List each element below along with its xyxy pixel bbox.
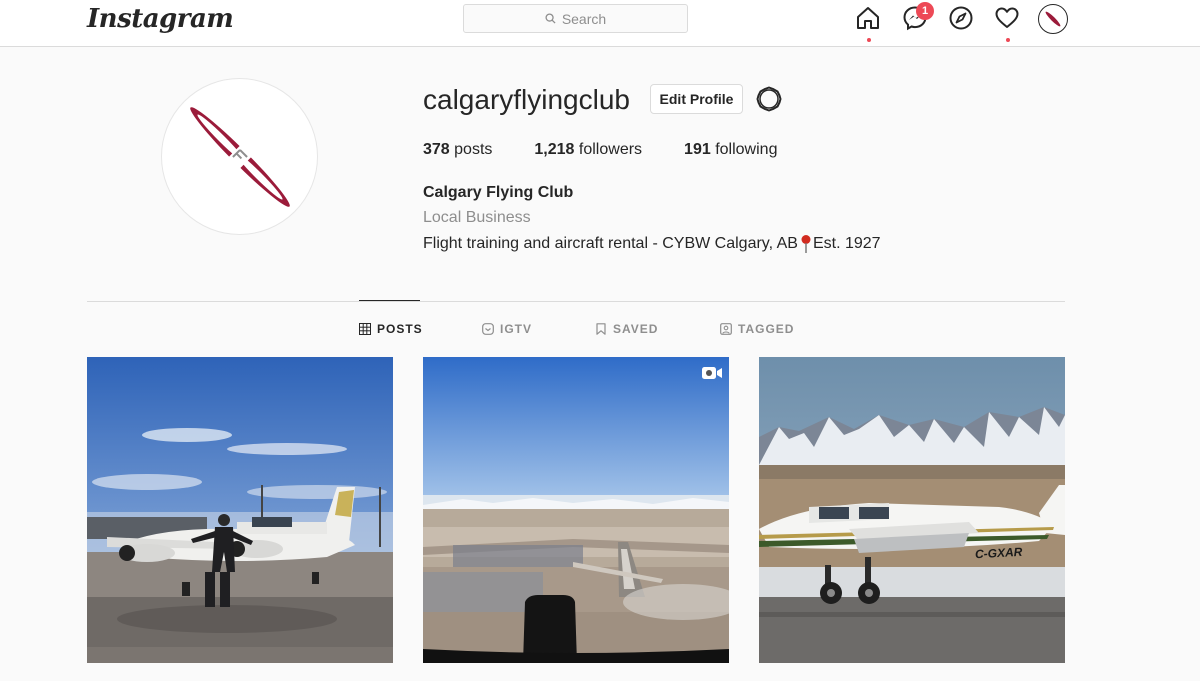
explore-button[interactable] [948,5,976,33]
video-camera-icon [702,367,722,379]
profile-category: Local Business [423,209,531,226]
profile-full-name: Calgary Flying Club [423,184,574,201]
search-input[interactable]: Search [463,4,688,33]
tab-saved-label: SAVED [613,322,659,336]
post-thumbnail-1[interactable] [87,357,393,663]
activity-notification-dot [1006,38,1010,42]
grid-icon [359,323,371,335]
search-icon [545,13,556,24]
following-count: 191 [684,141,711,158]
bio-established: Est. 1927 [812,235,881,252]
tab-igtv-label: IGTV [500,322,533,336]
activity-heart-icon [995,7,1019,28]
tabs-divider [87,301,1065,302]
profile-avatar[interactable] [1038,4,1068,34]
followers-label: followers [578,141,643,158]
igtv-icon [482,323,494,335]
home-button[interactable] [855,5,883,42]
profile-stats: 378 posts 1,218 followers 191 following [423,141,777,159]
messages-badge: 1 [916,2,934,20]
followers-stat[interactable]: 1,218 followers [534,141,642,159]
profile-bio: Flight training and aircraft rental - CY… [423,234,881,254]
post-image-aerial-approach-view [423,357,729,663]
home-icon [857,7,879,29]
top-navigation-bar: Instagram Search 1 [0,0,1200,47]
post-image-plane-mountains [759,357,1065,663]
post-image-pilot-with-plane [87,357,393,663]
search-placeholder: Search [561,10,607,27]
post-thumbnail-2[interactable] [423,357,729,663]
explore-icon [949,6,973,30]
following-stat[interactable]: 191 following [684,141,777,159]
tab-saved[interactable]: SAVED [595,322,658,336]
home-notification-dot [867,38,871,42]
activity-button[interactable] [994,5,1022,42]
followers-count: 1,218 [534,141,575,158]
active-tab-indicator [359,300,420,301]
messenger-button[interactable]: 1 [902,2,934,33]
settings-button[interactable] [756,86,782,112]
aircraft-registration-label: C-GXAR [974,544,1023,562]
instagram-logo[interactable]: Instagram [87,4,234,34]
tab-posts[interactable]: POSTS [359,322,423,336]
tab-tagged[interactable]: TAGGED [720,322,794,336]
profile-username: calgaryflyingclub [423,84,630,115]
following-label: following [715,141,778,158]
posts-count: 378 [423,141,450,158]
bio-text: Flight training and aircraft rental - CY… [423,235,798,252]
tab-posts-label: POSTS [377,322,423,336]
round-pushpin-emoji-icon [801,235,811,253]
tab-igtv[interactable]: IGTV [482,322,532,336]
tab-tagged-label: TAGGED [738,322,795,336]
profile-picture[interactable] [161,78,318,235]
edit-profile-button[interactable]: Edit Profile [650,84,743,114]
gear-icon [756,86,782,112]
post-thumbnail-3[interactable]: C-GXAR [759,357,1065,663]
propeller-logo-icon [190,107,290,207]
posts-label: posts [454,141,493,158]
bookmark-icon [596,323,606,335]
posts-stat: 378 posts [423,141,492,159]
propeller-logo-icon [1045,11,1061,27]
tagged-icon [720,323,732,335]
